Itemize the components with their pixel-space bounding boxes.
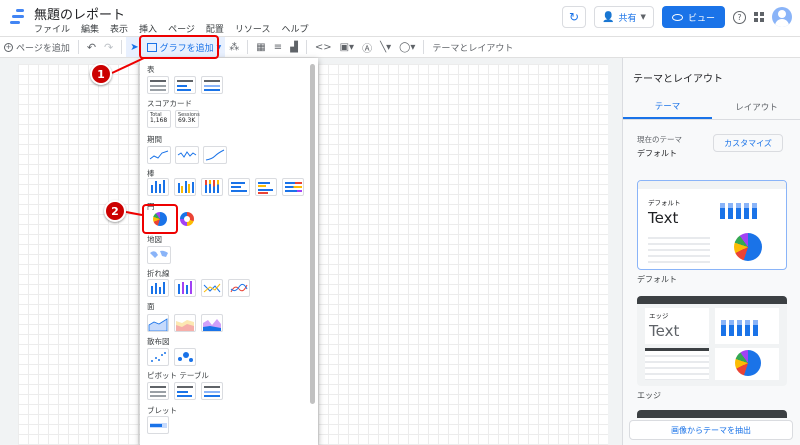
theme-layout-panel: テーマとレイアウト テーマ レイアウト 現在のテーマ デフォルト カスタマイズ …	[622, 58, 800, 445]
tab-layout[interactable]: レイアウト	[712, 94, 800, 119]
theme-card-edge[interactable]: エッジ Text	[637, 296, 787, 386]
customize-button[interactable]: カスタマイズ	[713, 134, 783, 152]
current-theme-value: デフォルト	[637, 149, 677, 158]
extract-theme-button[interactable]: 画像からテーマを抽出	[629, 420, 793, 440]
theme-pie-preview	[735, 350, 761, 376]
panel-tabs: テーマ レイアウト	[623, 94, 800, 120]
theme-header: エッジ	[649, 312, 669, 320]
theme-caption-edge: エッジ	[637, 391, 661, 400]
theme-table-preview	[648, 233, 710, 263]
tab-theme[interactable]: テーマ	[623, 94, 712, 119]
theme-table-preview	[645, 348, 709, 380]
theme-card-default[interactable]: デフォルト Text	[637, 180, 787, 270]
theme-sample-text: Text	[649, 322, 680, 340]
theme-sample-text: Text	[648, 209, 679, 227]
step-badge-2: 2	[104, 200, 126, 222]
theme-bars-preview	[721, 320, 758, 336]
panel-title: テーマとレイアウト	[633, 74, 723, 85]
theme-pie-preview	[734, 233, 762, 261]
theme-header: デフォルト	[648, 199, 681, 207]
theme-caption-default: デフォルト	[637, 275, 677, 284]
current-theme-label: 現在のテーマ	[637, 135, 682, 144]
theme-card-partial[interactable]	[637, 410, 787, 418]
step-badge-1: 1	[90, 63, 112, 85]
theme-bars-preview	[720, 203, 757, 219]
